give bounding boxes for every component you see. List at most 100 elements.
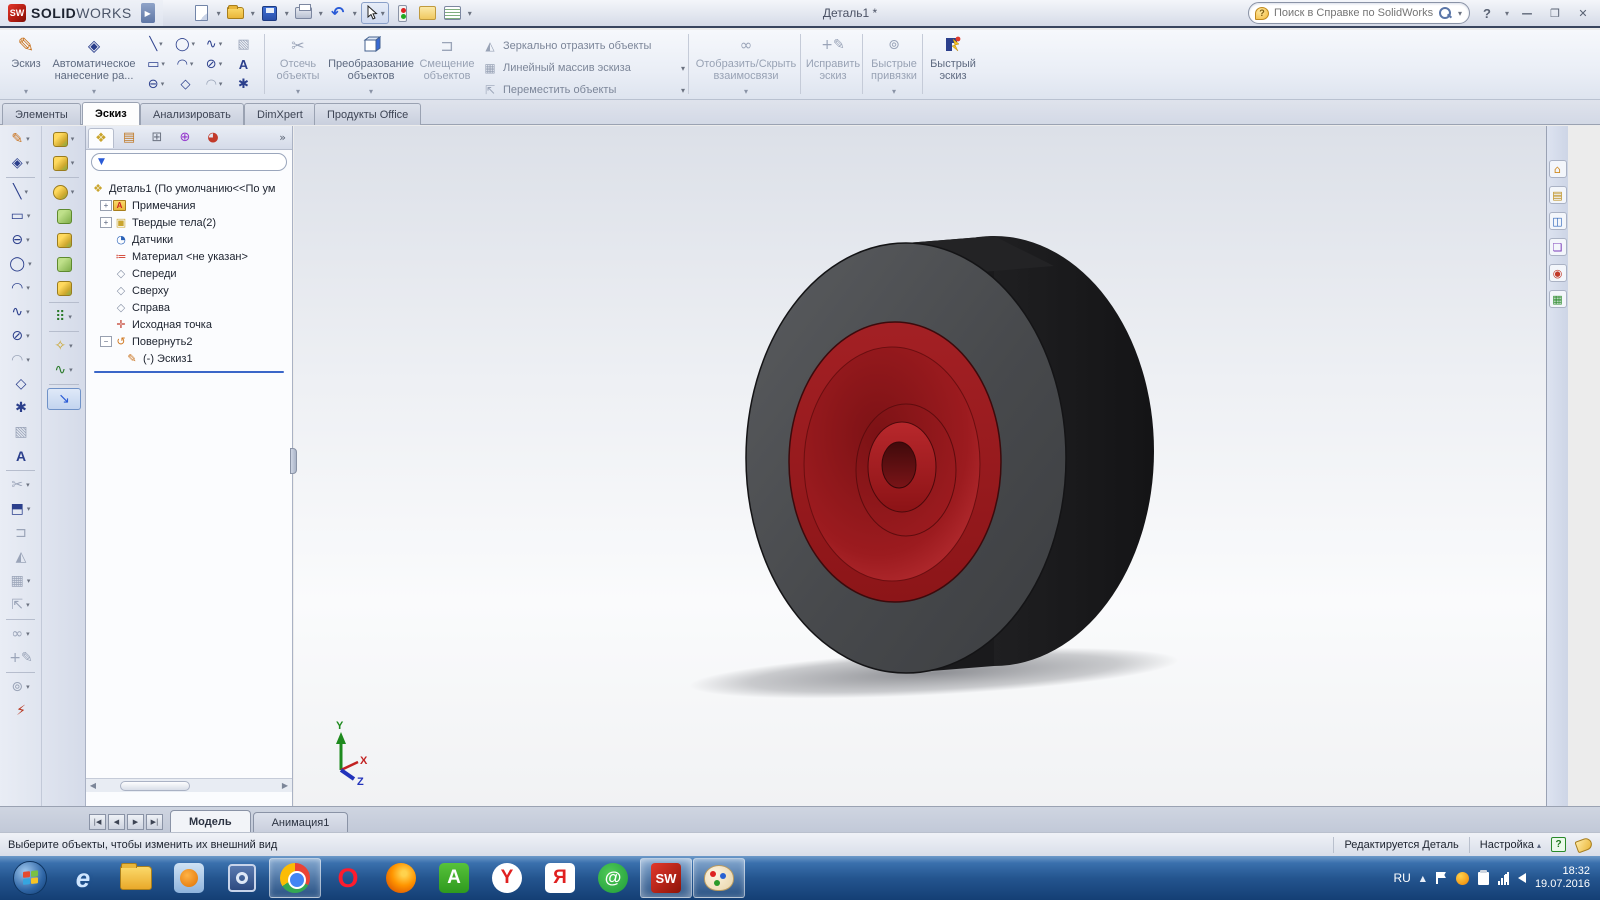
circle-tool[interactable]: ◯▾ [4, 253, 38, 275]
tab-analyze[interactable]: Анализировать [140, 103, 244, 125]
select-caret-icon[interactable]: ▾ [380, 9, 386, 18]
animation-tab[interactable]: Анимация1 [253, 812, 349, 832]
repair-sketch-button[interactable]: +✎ Исправить эскиз [804, 32, 862, 96]
axle-hole[interactable] [882, 442, 916, 488]
model-tab[interactable]: Модель [170, 810, 251, 832]
tree-item-solid-bodies[interactable]: + ▣ Твердые тела(2) [90, 214, 292, 231]
save-caret-icon[interactable]: ▾ [284, 9, 290, 18]
selection-rect-tool[interactable]: ▧ [4, 421, 38, 443]
appearance-button[interactable] [417, 2, 439, 24]
design-library-icon[interactable]: ▤ [1549, 186, 1567, 204]
volume-icon[interactable] [1518, 873, 1526, 883]
app-logo[interactable]: SW SOLIDWORKS ▶ [0, 0, 163, 26]
mirror-entities-button[interactable]: ◭ Зеркально отразить объекты [482, 36, 686, 56]
panel-overflow-icon[interactable]: » [279, 131, 290, 144]
taskbar-chrome[interactable] [269, 858, 321, 898]
point-tool[interactable]: ✱ [229, 74, 258, 94]
taskbar-movie-app[interactable] [216, 858, 268, 898]
tree-item-top-plane[interactable]: ◇ Сверху [90, 282, 292, 299]
open-caret-icon[interactable]: ▾ [250, 9, 256, 18]
slot-tool[interactable]: ⊖▾ [4, 229, 38, 251]
minimize-button[interactable]: — [1516, 4, 1538, 22]
taskbar-file-explorer[interactable] [110, 858, 162, 898]
next-tab-button[interactable]: ▶ [127, 814, 144, 830]
print-caret-icon[interactable]: ▾ [318, 9, 324, 18]
ellipse-tool[interactable]: ⊘▾ [200, 54, 229, 74]
help-button[interactable]: ? [1476, 4, 1498, 22]
taskbar-yandex-browser[interactable]: Я [534, 858, 586, 898]
mirror-tool[interactable]: ◭ [4, 546, 38, 568]
rollback-bar[interactable] [94, 371, 284, 373]
panel-splitter-handle[interactable] [290, 448, 297, 474]
select-tool-button[interactable]: ▾ [361, 2, 389, 24]
expand-icon[interactable]: + [100, 200, 112, 211]
tree-filter-box[interactable]: ▼ [91, 153, 287, 171]
taskbar-mail-ru[interactable]: @ [587, 858, 639, 898]
taskbar-yandex-search[interactable]: Y [481, 858, 533, 898]
text-tool[interactable]: A [229, 54, 258, 74]
selection-rect-tool[interactable]: ▧ [229, 34, 258, 54]
tray-expand-icon[interactable]: ▲ [1420, 874, 1426, 883]
shell-tool[interactable] [47, 229, 81, 251]
taskbar-paint[interactable] [693, 858, 745, 898]
smart-dimension-button[interactable]: ◈ Автоматическое нанесение ра... ▾ [48, 32, 140, 96]
print-button[interactable] [293, 2, 315, 24]
tree-item-front-plane[interactable]: ◇ Спереди [90, 265, 292, 282]
rectangle-tool[interactable]: ▭▾ [4, 205, 38, 227]
fillet-tool[interactable]: ◠▾ [200, 74, 229, 94]
tree-item-sensors[interactable]: ◔ Датчики [90, 231, 292, 248]
undo-button[interactable]: ↶ [327, 2, 349, 24]
tree-item-material[interactable]: ≔ Материал <не указан> [90, 248, 292, 265]
spline-tool[interactable]: ∿▾ [4, 301, 38, 323]
tree-item-sketch1[interactable]: ✎ (-) Эскиз1 [90, 350, 292, 367]
tree-item-revolve[interactable]: − ↺ Повернуть2 [90, 333, 292, 350]
configurationmanager-tab[interactable]: ⊞ [144, 128, 170, 148]
point-tool[interactable]: ✱ [4, 397, 38, 419]
convert-entities-button[interactable]: Преобразование объектов ▾ [330, 32, 412, 96]
curves-tool[interactable]: ∿▾ [47, 359, 81, 381]
tray-clipboard-icon[interactable] [1478, 872, 1489, 885]
collapse-icon[interactable]: − [100, 336, 112, 347]
prev-tab-button[interactable]: ◀ [108, 814, 125, 830]
new-document-button[interactable] [191, 2, 213, 24]
last-tab-button[interactable]: ▶| [146, 814, 163, 830]
appearances-icon[interactable]: ◉ [1549, 264, 1567, 282]
tree-horizontal-scrollbar[interactable]: ◀ ▶ [86, 778, 292, 792]
first-tab-button[interactable]: |◀ [89, 814, 106, 830]
repair-sketch-tool[interactable]: +✎ [4, 647, 38, 669]
tags-icon[interactable] [1574, 836, 1593, 853]
offset-tool[interactable]: ⊐ [4, 522, 38, 544]
ellipse-tool[interactable]: ⊘▾ [4, 325, 38, 347]
customize-menu[interactable]: Настройка ▴ [1480, 839, 1541, 851]
quick-tips-icon[interactable]: ? [1551, 837, 1566, 852]
tree-item-origin[interactable]: ✛ Исходная точка [90, 316, 292, 333]
slot-tool[interactable]: ⊖▾ [142, 74, 171, 94]
polygon-tool[interactable]: ◇ [4, 373, 38, 395]
language-indicator[interactable]: RU [1393, 871, 1410, 885]
fillet-feature-tool[interactable]: ▾ [47, 181, 81, 203]
move-entities-button[interactable]: ⇱ Переместить объекты ▾ [482, 80, 686, 100]
restore-button[interactable]: ❐ [1544, 4, 1566, 22]
text-tool[interactable]: A [4, 445, 38, 467]
resources-icon[interactable]: ⌂ [1549, 160, 1567, 178]
dimxpertmanager-tab[interactable]: ⊕ [172, 128, 198, 148]
extruded-boss-tool[interactable]: ▾ [47, 128, 81, 150]
taskbar-amigo[interactable]: A [428, 858, 480, 898]
move-tool[interactable]: ⇱▾ [4, 594, 38, 616]
propertymanager-tab[interactable]: ▤ [116, 128, 142, 148]
linear-pattern-button[interactable]: ▦ Линейный массив эскиза ▾ [482, 58, 686, 78]
close-button[interactable]: ✕ [1572, 4, 1594, 22]
convert-entities-tool[interactable]: ⬒▾ [4, 498, 38, 520]
tree-root[interactable]: ❖ Деталь1 (По умолчанию<<По ум [90, 180, 292, 197]
graphics-viewport[interactable]: Y X Z [294, 126, 1546, 806]
feature-pattern-tool[interactable]: ⠿▾ [47, 306, 81, 328]
open-button[interactable] [225, 2, 247, 24]
polygon-tool[interactable]: ◇ [171, 74, 200, 94]
filter-input[interactable] [109, 157, 280, 168]
display-relations-button[interactable]: ∞ Отобразить/Скрыть взаимосвязи ▾ [694, 32, 798, 96]
scroll-thumb[interactable] [120, 781, 190, 791]
tab-dimxpert[interactable]: DimXpert [244, 103, 316, 125]
quick-snaps-button[interactable]: ⊚ Быстрые привязки ▾ [866, 32, 922, 96]
line-tool[interactable]: ╲▾ [142, 34, 171, 54]
search-caret-icon[interactable]: ▾ [1457, 9, 1463, 18]
